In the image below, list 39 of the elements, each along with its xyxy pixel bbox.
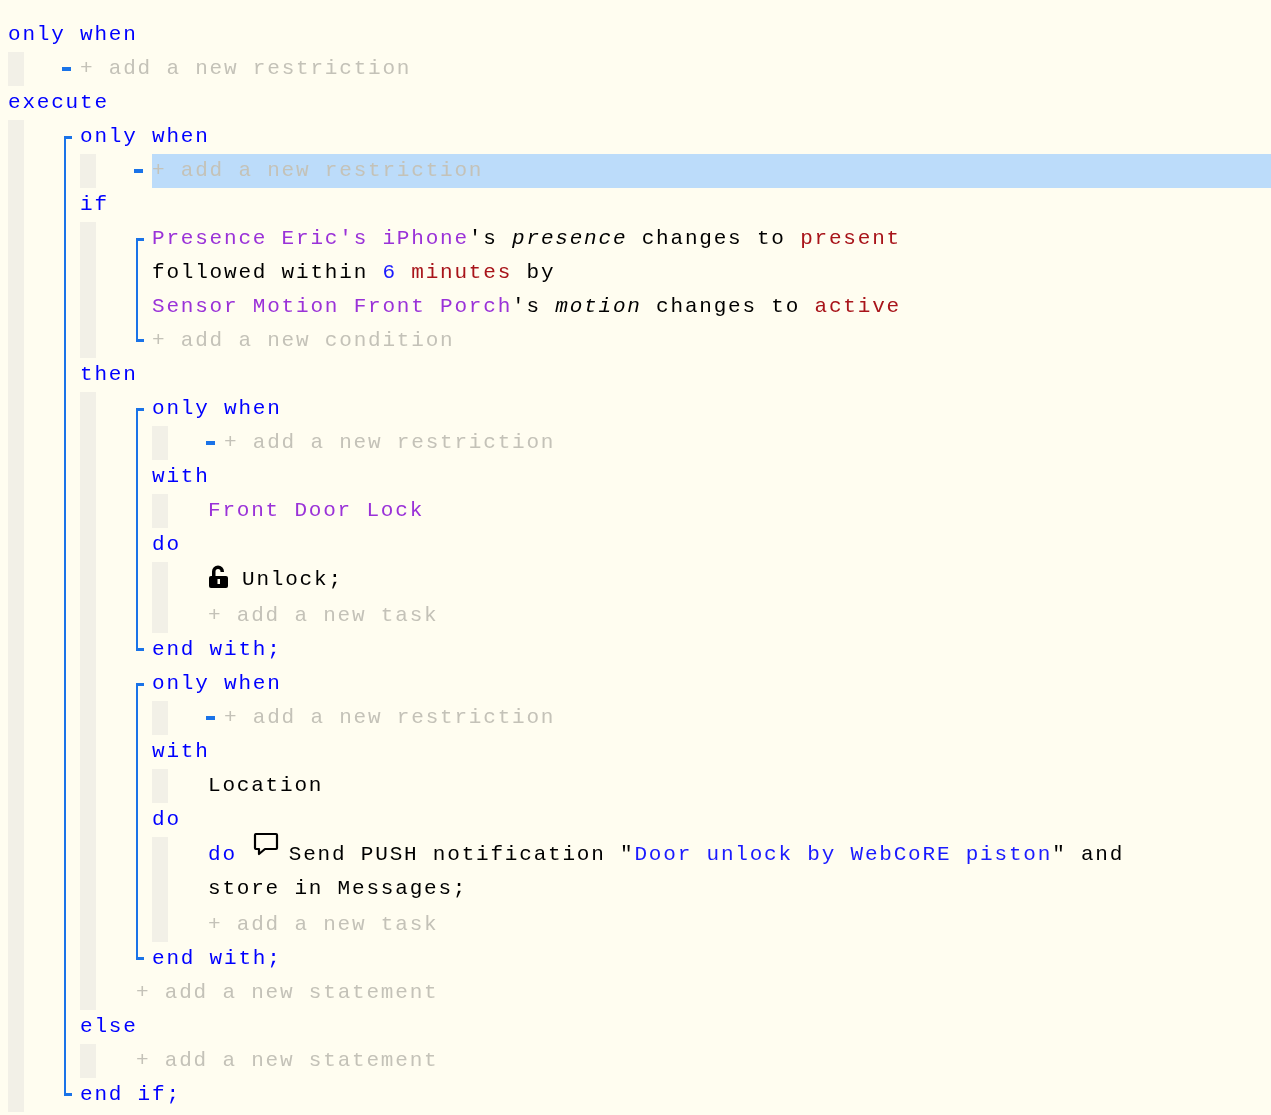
add-item-link[interactable]: + add a new statement xyxy=(136,1045,439,1077)
keyword: do xyxy=(152,807,181,834)
keyword: do xyxy=(208,841,237,868)
code-text: Front Door Lock xyxy=(208,498,425,525)
code-text: Presence Eric's iPhone's presence changes to present xyxy=(152,226,901,253)
keyword: only when xyxy=(8,22,138,49)
keyword: then xyxy=(80,362,138,389)
keyword: only when xyxy=(152,396,282,423)
keyword: do xyxy=(152,532,181,559)
keyword: else xyxy=(80,1014,138,1041)
add-item-link[interactable]: + add a new statement xyxy=(136,977,439,1009)
add-restriction-link[interactable]: + add a new restriction xyxy=(224,701,1271,735)
code-text: followed within 6 minutes by xyxy=(152,260,556,287)
collapse-dash-icon[interactable] xyxy=(62,67,71,71)
keyword: with xyxy=(152,739,210,766)
padlock-open-icon xyxy=(208,565,230,589)
keyword: only when xyxy=(152,671,282,698)
keyword: end with; xyxy=(152,946,282,973)
speech-bubble-icon xyxy=(252,832,279,858)
add-item-link[interactable]: + add a new condition xyxy=(152,325,455,357)
add-restriction-link[interactable]: + add a new restriction xyxy=(224,426,1271,460)
keyword: if xyxy=(80,192,109,219)
add-item-link[interactable]: + add a new task xyxy=(208,909,439,941)
add-item-link[interactable]: + add a new task xyxy=(208,600,439,632)
keyword: end if; xyxy=(80,1082,181,1109)
code-text: Location xyxy=(208,773,324,800)
keyword: end with; xyxy=(152,637,282,664)
collapse-dash-icon[interactable] xyxy=(134,169,143,173)
task-text[interactable]: store in Messages; xyxy=(208,872,468,904)
keyword: execute xyxy=(8,90,109,117)
collapse-dash-icon[interactable] xyxy=(206,716,215,720)
code-text: Sensor Motion Front Porch's motion changes to active xyxy=(152,294,901,321)
task-text[interactable]: Unlock; xyxy=(242,563,343,595)
keyword: with xyxy=(152,464,210,491)
add-restriction-link[interactable]: + add a new restriction xyxy=(152,154,1271,188)
task-text[interactable]: Send PUSH notification "Door unlock by WebCoRE piston" and xyxy=(288,838,1125,870)
collapse-dash-icon[interactable] xyxy=(206,441,215,445)
keyword: only when xyxy=(80,124,210,151)
add-restriction-link[interactable]: + add a new restriction xyxy=(80,52,1271,86)
